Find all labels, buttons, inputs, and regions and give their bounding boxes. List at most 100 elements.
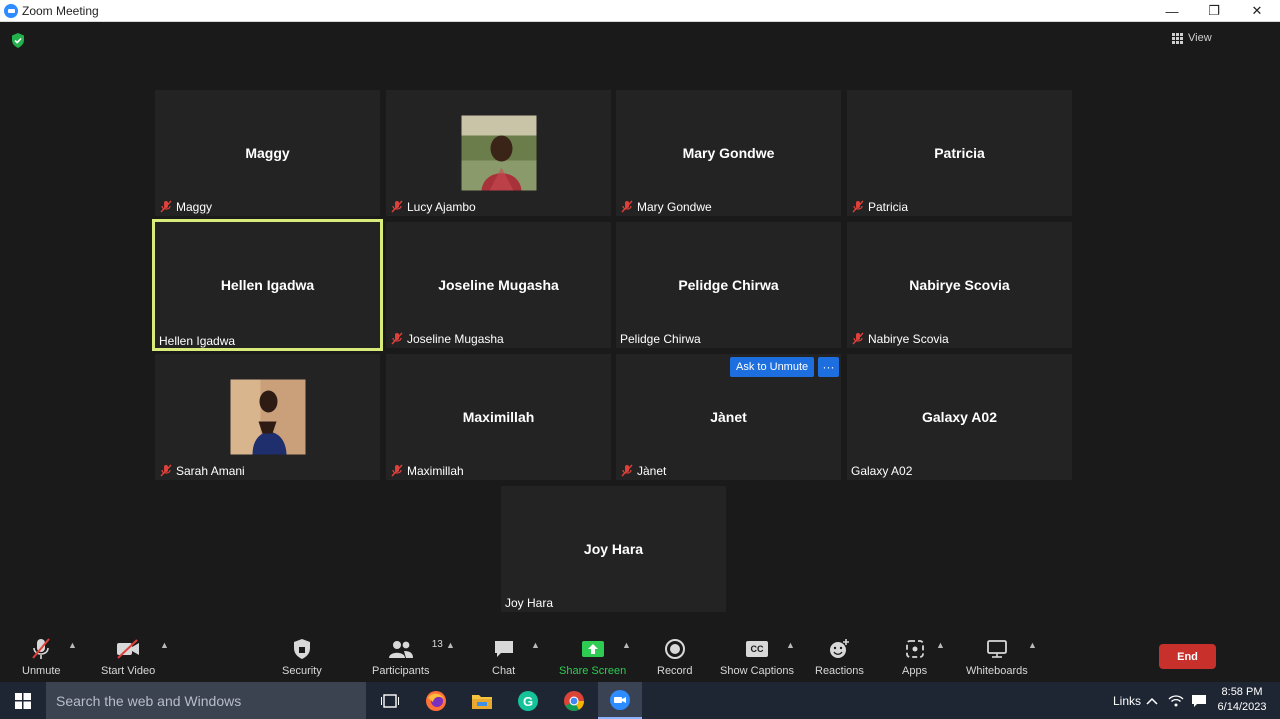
view-label: View [1188,32,1212,44]
close-button[interactable]: ✕ [1235,0,1279,22]
participant-label: Nabirye Scovia [868,332,949,346]
windows-start-button[interactable] [0,682,46,719]
share-options-caret-icon[interactable]: ▲ [622,640,631,650]
participant-tile[interactable]: Patricia Patricia [847,90,1072,216]
participants-icon [388,641,413,658]
chat-options-caret-icon[interactable]: ▲ [531,640,540,650]
reactions-smiley-icon [830,639,850,658]
restore-button[interactable]: ❐ [1192,0,1236,22]
participant-tile-active-speaker[interactable]: Hellen Igadwa Hellen Igadwa [152,219,383,351]
taskbar-clock[interactable]: 8:58 PM 6/14/2023 [1214,685,1270,715]
participant-tile[interactable]: Joseline Mugasha Joseline Mugasha [386,222,611,348]
closed-captions-icon: CC [746,641,768,657]
show-captions-button[interactable]: CC Show Captions [720,636,794,677]
end-meeting-button[interactable]: End [1159,644,1216,669]
meeting-area: View Maggy Maggy Lucy Ajambo Mary Gondwe… [0,22,1280,632]
muted-mic-icon [391,332,403,345]
share-screen-icon [581,641,604,657]
record-icon [664,639,685,659]
zoom-logo-icon [4,3,18,18]
taskbar-search-input[interactable]: Search the web and Windows [46,682,366,719]
links-toolbar[interactable]: Links [1113,682,1141,719]
whiteboards-button[interactable]: Whiteboards [966,636,1028,677]
encryption-shield-icon[interactable] [11,33,25,53]
security-label: Security [282,665,322,677]
chat-button[interactable]: Chat [492,636,515,677]
participant-label: Lucy Ajambo [407,200,476,214]
participant-tile[interactable]: Lucy Ajambo [386,90,611,216]
participant-tile[interactable]: Maggy Maggy [155,90,380,216]
firefox-icon[interactable] [414,682,458,719]
muted-mic-icon [852,332,864,345]
participant-tile[interactable]: Joy Hara Joy Hara [501,486,726,612]
wifi-icon[interactable] [1168,682,1184,719]
participant-name: Joseline Mugasha [438,277,559,293]
participants-count: 13 [431,639,443,650]
participant-tile[interactable]: Mary Gondwe Mary Gondwe [616,90,841,216]
video-options-caret-icon[interactable]: ▲ [160,640,169,650]
security-button[interactable]: Security [282,636,322,677]
apps-button[interactable]: Apps [902,636,927,677]
participant-name: Hellen Igadwa [220,277,315,293]
start-video-label: Start Video [101,665,156,677]
participants-label: Participants [372,665,430,677]
participant-label: Mary Gondwe [637,200,712,214]
file-explorer-icon[interactable] [460,682,504,719]
record-button[interactable]: Record [657,636,692,677]
clock-time: 8:58 PM [1221,686,1263,698]
apps-options-caret-icon[interactable]: ▲ [936,640,945,650]
chat-label: Chat [492,665,516,677]
participant-label: Galaxy A02 [851,464,913,478]
whiteboard-icon [986,640,1007,658]
participant-name: Nabirye Scovia [909,277,1010,293]
unmute-button[interactable]: Unmute [22,636,61,677]
window-title: Zoom Meeting [22,3,99,18]
participant-tile[interactable]: Pelidge Chirwa Pelidge Chirwa [616,222,841,348]
profile-photo [461,115,536,191]
chrome-icon[interactable] [552,682,596,719]
apps-icon [905,640,924,658]
start-video-button[interactable]: Start Video [101,636,155,677]
reactions-button[interactable]: Reactions [815,636,864,677]
more-options-button[interactable]: ··· [818,357,839,377]
participants-button[interactable]: 13 Participants [372,636,443,677]
microphone-muted-icon [32,638,51,659]
apps-label: Apps [902,665,928,677]
windows-taskbar: Search the web and Windows G Links 8:58 … [0,682,1280,719]
participant-name: Joy Hara [583,541,644,557]
participant-tile[interactable]: Galaxy A02 Galaxy A02 [847,354,1072,480]
reactions-label: Reactions [815,665,864,677]
captions-options-caret-icon[interactable]: ▲ [786,640,795,650]
participant-tile[interactable]: Sarah Amani [155,354,380,480]
muted-mic-icon [391,200,403,213]
minimize-button[interactable]: — [1150,0,1194,22]
whiteboards-label: Whiteboards [966,665,1028,677]
task-view-icon[interactable] [368,682,412,719]
participant-tile[interactable]: Nabirye Scovia Nabirye Scovia [847,222,1072,348]
profile-photo [230,379,305,455]
grammarly-icon[interactable]: G [506,682,550,719]
video-off-icon [117,639,140,659]
unmute-label: Unmute [22,665,61,677]
muted-mic-icon [621,200,633,213]
participant-label: Pelidge Chirwa [620,332,701,346]
view-button[interactable]: View [1172,32,1212,44]
participant-label: Maggy [176,200,213,214]
participant-label: Jànet [637,464,667,478]
participant-name: Patricia [934,145,985,161]
window-titlebar: Zoom Meeting — ❐ ✕ [0,0,1280,22]
participant-tile[interactable]: Maximillah Maximillah [386,354,611,480]
notifications-icon[interactable] [1191,682,1207,719]
ask-to-unmute-button[interactable]: Ask to Unmute [730,357,815,377]
participant-name: Maximillah [462,409,535,425]
audio-options-caret-icon[interactable]: ▲ [68,640,77,650]
zoom-taskbar-icon[interactable] [598,682,642,719]
whiteboards-options-caret-icon[interactable]: ▲ [1028,640,1037,650]
muted-mic-icon [160,200,172,213]
share-screen-label: Share Screen [559,665,627,677]
windows-logo-icon [15,692,31,709]
show-hidden-icons-chevron-icon[interactable] [1146,682,1158,719]
participants-options-caret-icon[interactable]: ▲ [446,640,455,650]
participant-name: Mary Gondwe [682,145,775,161]
share-screen-button[interactable]: Share Screen [559,636,626,677]
